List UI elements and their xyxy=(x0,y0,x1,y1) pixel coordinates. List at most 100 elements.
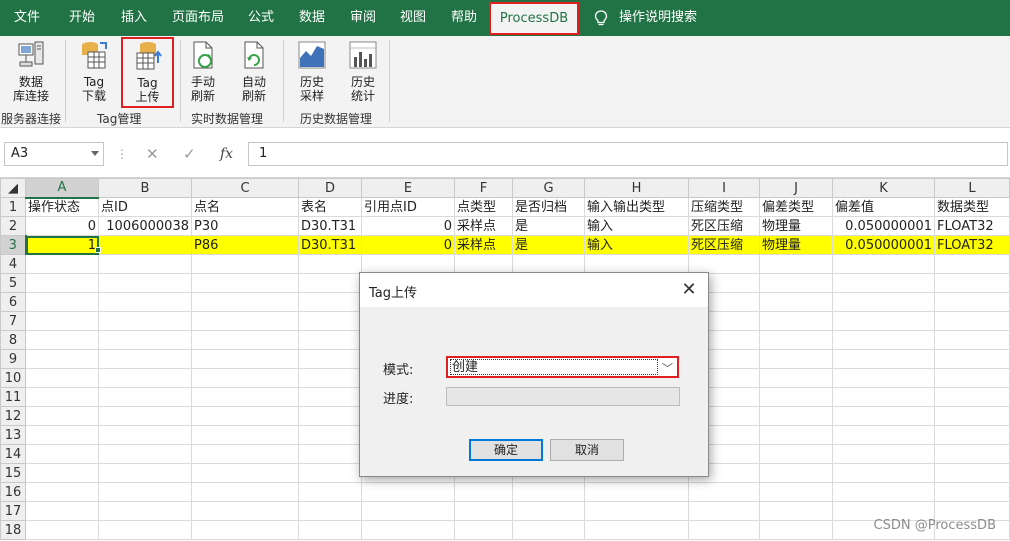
cell[interactable] xyxy=(759,387,833,407)
cell[interactable] xyxy=(25,330,99,350)
cell[interactable] xyxy=(934,254,1010,274)
cell[interactable] xyxy=(361,501,455,521)
row-header[interactable]: 4 xyxy=(0,254,26,274)
row-header[interactable]: 8 xyxy=(0,330,26,350)
cell[interactable] xyxy=(688,482,760,502)
close-icon[interactable]: ✕ xyxy=(678,279,700,301)
cell[interactable] xyxy=(688,520,760,540)
cell[interactable]: 偏差值 xyxy=(832,197,935,217)
row-header[interactable]: 14 xyxy=(0,444,26,464)
cell[interactable] xyxy=(98,254,192,274)
cell[interactable] xyxy=(934,425,1010,445)
cell[interactable] xyxy=(191,311,299,331)
manual-refresh-button[interactable]: 手动 刷新 xyxy=(183,40,223,108)
column-header[interactable]: H xyxy=(584,178,689,198)
cell[interactable] xyxy=(298,254,362,274)
cell[interactable] xyxy=(98,444,192,464)
cell[interactable]: 物理量 xyxy=(759,235,833,255)
row-header[interactable]: 3 xyxy=(0,235,27,255)
tab-insert[interactable]: 插入 xyxy=(121,0,147,36)
cell[interactable] xyxy=(25,444,99,464)
cell[interactable] xyxy=(98,406,192,426)
cell[interactable] xyxy=(298,273,362,293)
cell[interactable] xyxy=(298,368,362,388)
cell[interactable]: 0.050000001 xyxy=(832,216,935,236)
cell[interactable] xyxy=(361,520,455,540)
chevron-down-icon[interactable] xyxy=(91,151,99,156)
cell[interactable] xyxy=(688,501,760,521)
cell[interactable] xyxy=(832,463,935,483)
cell[interactable] xyxy=(98,368,192,388)
column-header[interactable]: J xyxy=(759,178,833,198)
cell[interactable]: 表名 xyxy=(298,197,362,217)
tab-file[interactable]: 文件 xyxy=(14,0,40,36)
cell[interactable] xyxy=(98,273,192,293)
cell[interactable] xyxy=(688,254,760,274)
row-header[interactable]: 11 xyxy=(0,387,26,407)
cell[interactable] xyxy=(298,444,362,464)
cell[interactable] xyxy=(759,330,833,350)
column-header[interactable]: I xyxy=(688,178,760,198)
cell[interactable] xyxy=(832,482,935,502)
cell[interactable]: 输入 xyxy=(584,235,689,255)
cell[interactable]: D30.T31 xyxy=(298,235,362,255)
cell[interactable] xyxy=(98,311,192,331)
cell[interactable] xyxy=(191,501,299,521)
cell[interactable] xyxy=(934,311,1010,331)
cell[interactable] xyxy=(759,406,833,426)
cell[interactable] xyxy=(759,501,833,521)
cell[interactable] xyxy=(759,273,833,293)
cell[interactable]: 是 xyxy=(512,216,585,236)
tab-processdb[interactable]: ProcessDB xyxy=(489,2,579,35)
row-header[interactable]: 15 xyxy=(0,463,26,483)
row-header[interactable]: 17 xyxy=(0,501,26,521)
tag-upload-button[interactable]: Tag 上传 xyxy=(121,37,174,108)
cell[interactable] xyxy=(512,501,585,521)
cell[interactable]: D30.T31 xyxy=(298,216,362,236)
cell[interactable] xyxy=(934,330,1010,350)
cell[interactable] xyxy=(759,520,833,540)
cell[interactable] xyxy=(191,368,299,388)
cell[interactable] xyxy=(191,387,299,407)
cell[interactable]: 引用点ID xyxy=(361,197,455,217)
cell[interactable] xyxy=(298,520,362,540)
insert-function-icon[interactable]: fx xyxy=(220,142,233,166)
column-header[interactable]: B xyxy=(98,178,192,198)
cell[interactable]: 0 xyxy=(361,235,455,255)
tab-home[interactable]: 开始 xyxy=(69,0,95,36)
cell[interactable] xyxy=(298,482,362,502)
column-header[interactable]: K xyxy=(832,178,935,198)
cell[interactable] xyxy=(832,387,935,407)
row-header[interactable]: 13 xyxy=(0,425,26,445)
cell[interactable]: 是 xyxy=(512,235,585,255)
cell[interactable] xyxy=(191,349,299,369)
dialog-titlebar[interactable]: Tag上传 ✕ xyxy=(360,273,708,307)
cell[interactable] xyxy=(832,368,935,388)
cell[interactable] xyxy=(98,463,192,483)
cell[interactable]: 1 xyxy=(25,235,99,255)
cell[interactable] xyxy=(584,520,689,540)
row-header[interactable]: 7 xyxy=(0,311,26,331)
cell[interactable] xyxy=(25,520,99,540)
cell[interactable]: FLOAT32 xyxy=(934,235,1010,255)
history-stats-button[interactable]: 历史 统计 xyxy=(343,40,383,108)
cell[interactable] xyxy=(759,425,833,445)
row-header[interactable]: 9 xyxy=(0,349,26,369)
column-header[interactable]: L xyxy=(934,178,1010,198)
column-header[interactable]: G xyxy=(512,178,585,198)
cell[interactable]: 点名 xyxy=(191,197,299,217)
cell[interactable] xyxy=(832,425,935,445)
cell[interactable] xyxy=(454,520,513,540)
cell[interactable] xyxy=(934,444,1010,464)
cell[interactable] xyxy=(98,235,192,255)
cell[interactable] xyxy=(832,330,935,350)
cell[interactable] xyxy=(512,520,585,540)
cell[interactable] xyxy=(759,463,833,483)
cell[interactable] xyxy=(361,254,455,274)
cell[interactable] xyxy=(25,292,99,312)
name-box[interactable]: A3 xyxy=(4,142,104,166)
cell[interactable] xyxy=(759,349,833,369)
cell[interactable] xyxy=(191,520,299,540)
cell[interactable]: 是否归档 xyxy=(512,197,585,217)
select-all-corner[interactable]: ◢ xyxy=(0,178,26,198)
